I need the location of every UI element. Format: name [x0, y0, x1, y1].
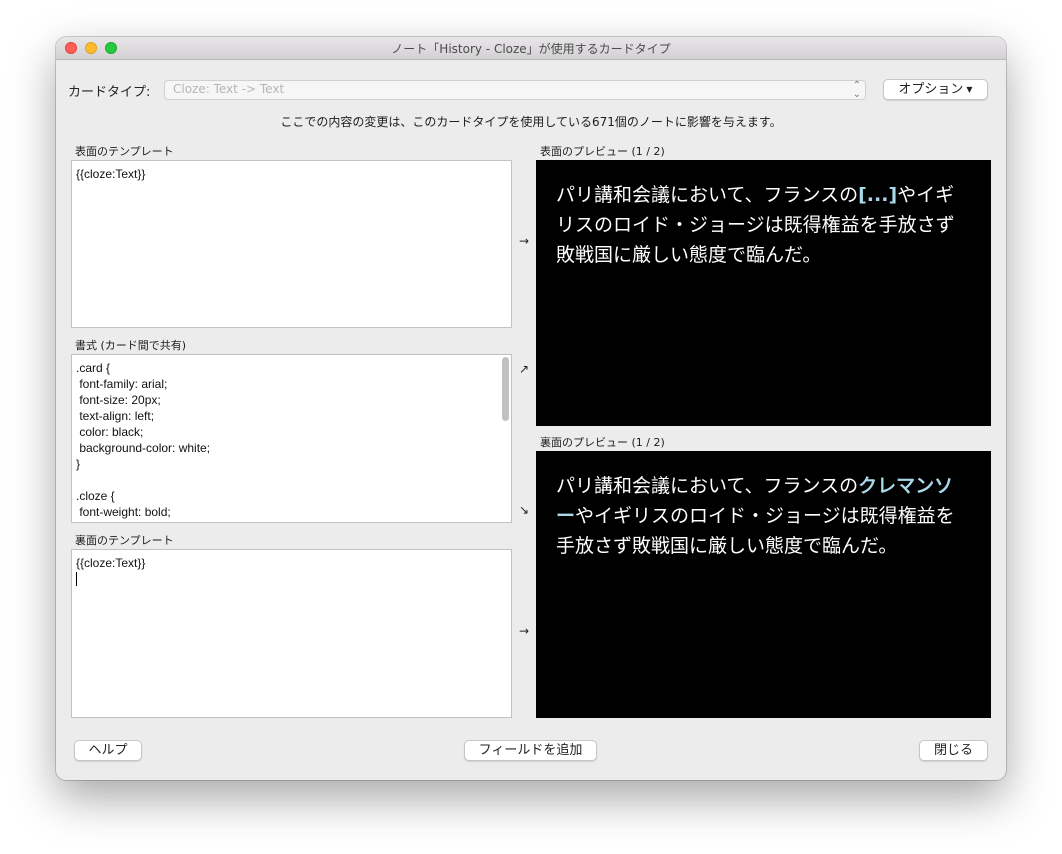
arrow-up-right-icon: ↗ [518, 362, 530, 376]
options-button[interactable]: オプション ▼ [883, 79, 988, 100]
caret-down-icon: ▼ [966, 85, 973, 94]
back-template-editor[interactable]: {{cloze:Text}} [71, 549, 512, 718]
styling-label: 書式 (カード間で共有) [75, 339, 187, 352]
title-bar[interactable]: ノート「History - Cloze」が使用するカードタイプ [56, 37, 1006, 60]
front-preview-text: パリ講和会議において、フランスの[...]やイギリスのロイド・ジョージは既得権益… [556, 180, 971, 270]
text-cursor [76, 572, 77, 586]
styling-scrollbar[interactable] [502, 357, 509, 421]
back-preview-pane: パリ講和会議において、フランスのクレマンソーやイギリスのロイド・ジョージは既得権… [536, 451, 991, 718]
front-preview-pane: パリ講和会議において、フランスの[...]やイギリスのロイド・ジョージは既得権益… [536, 160, 991, 426]
styling-text[interactable]: .card { font-family: arial; font-size: 2… [72, 355, 511, 522]
add-field-button[interactable]: フィールドを追加 [464, 740, 597, 761]
arrow-right-icon: → [518, 234, 530, 248]
back-template-label: 裏面のテンプレート [75, 534, 174, 547]
front-template-text[interactable]: {{cloze:Text}} [72, 161, 511, 187]
back-preview-label: 裏面のプレビュー (1 / 2) [540, 436, 665, 449]
close-button[interactable]: 閉じる [919, 740, 988, 761]
help-button[interactable]: ヘルプ [74, 740, 142, 761]
front-template-editor[interactable]: {{cloze:Text}} [71, 160, 512, 328]
back-preview-text: パリ講和会議において、フランスのクレマンソーやイギリスのロイド・ジョージは既得権… [556, 471, 971, 561]
card-type-select-value: Cloze: Text -> Text [173, 82, 285, 96]
arrow-down-right-icon: ↘ [518, 503, 530, 517]
front-preview-text-before: パリ講和会議において、フランスの [556, 184, 859, 206]
back-template-text[interactable]: {{cloze:Text}} [72, 550, 511, 576]
styling-editor[interactable]: .card { font-family: arial; font-size: 2… [71, 354, 512, 523]
front-preview-label: 表面のプレビュー (1 / 2) [540, 145, 665, 158]
options-button-label: オプション [898, 82, 964, 97]
window-title: ノート「History - Cloze」が使用するカードタイプ [391, 42, 671, 56]
back-preview-text-after: やイギリスのロイド・ジョージは既得権益を手放さず敗戦国に厳しい態度で臨んだ。 [556, 505, 955, 557]
back-preview-text-before: パリ講和会議において、フランスの [556, 475, 859, 497]
front-preview-cloze: [...] [858, 184, 898, 206]
chevron-up-down-icon: ⌃ ⌄ [852, 80, 861, 100]
card-types-window: ノート「History - Cloze」が使用するカードタイプ カードタイプ: … [56, 37, 1006, 780]
affected-notes-notice: ここでの内容の変更は、このカードタイプを使用している671個のノートに影響を与え… [280, 115, 782, 129]
front-template-label: 表面のテンプレート [75, 145, 174, 158]
arrow-right-icon: → [518, 624, 530, 638]
card-type-label: カードタイプ: [68, 85, 151, 100]
card-type-select[interactable]: Cloze: Text -> Text ⌃ ⌄ [164, 80, 866, 100]
